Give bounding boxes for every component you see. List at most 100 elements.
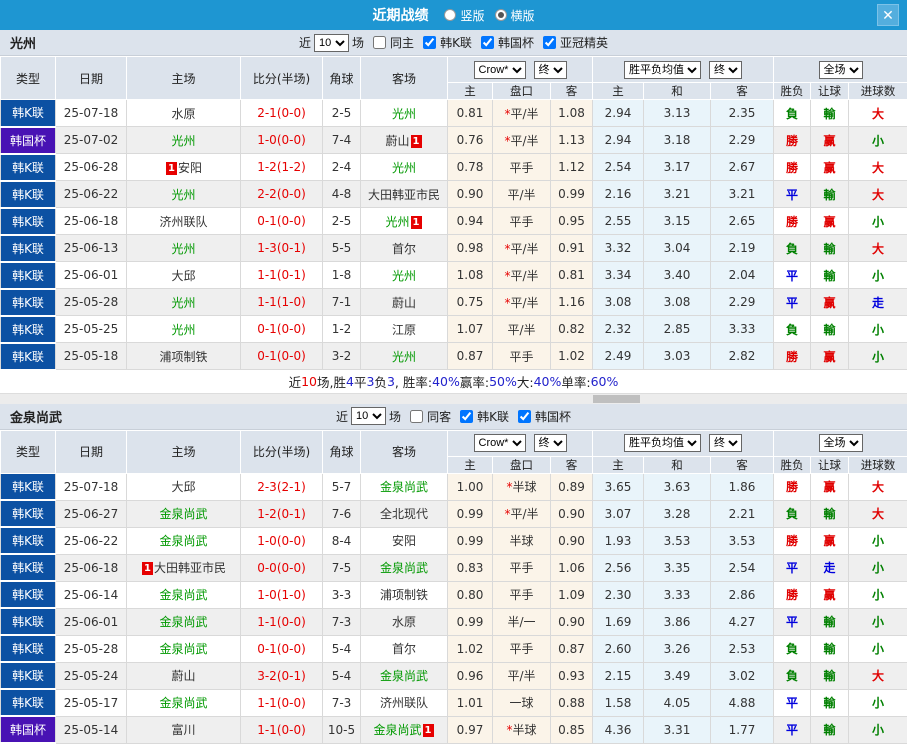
final-odds-select[interactable]: 终 [533,60,567,79]
summary-part: 近 [288,375,302,390]
col-header-handicap-result: 让球 [810,455,850,474]
result-cell: 平 [773,715,812,744]
competition-type-cell: 韩K联 [0,581,56,609]
home-team-cell: 金泉尚武 [126,607,241,636]
team-label: 光州 [385,214,410,229]
league-checkbox-kleague[interactable] [460,409,474,423]
away-team-cell: 首尔 [360,634,448,663]
away-team-cell: 金泉尚武 [360,472,448,501]
red-card-badge: 1 [410,134,422,148]
home-team-cell: 1 安阳 [126,153,241,181]
euro-home-odds-cell: 3.34 [592,261,645,289]
summary-part: 赢率: [459,375,490,390]
result-cell: 負 [773,661,812,690]
euro-draw-odds-cell: 3.53 [643,526,712,555]
handicap-result-cell: 赢 [810,153,850,181]
team-label: 金泉尚武 [379,669,428,683]
bookmaker-select[interactable]: Crow* [473,60,526,79]
scrollbar-thumb[interactable] [593,394,640,403]
away-team-cell: 浦项制铁 [360,580,448,609]
euro-draw-odds-cell: 3.04 [643,234,712,262]
result-cell: 負 [773,634,812,663]
date-cell: 25-05-28 [55,634,127,663]
match-row: 韩K联 25-06-14 金泉尚武 1-0(1-0) 3-3 浦项制铁 0.80 平手 1.09… [0,580,907,609]
recent-count-select[interactable]: 10 [314,33,350,52]
home-team-cell: 金泉尚武 [126,580,241,609]
changed-handicap-star: * [504,106,511,121]
match-row: 韩K联 25-06-01 大邱 1-1(0-1) 1-8 光州 1.08 *平/半 0.81 3.… [0,261,907,290]
asian-home-odds-cell: 0.98 [447,234,493,262]
result-cell: 平 [773,688,812,717]
corner-cell: 7-3 [322,607,361,636]
score-cell: 3-2(0-1) [240,661,323,690]
date-cell: 25-06-22 [55,526,127,555]
goals-result-cell: 小 [848,207,907,235]
recent-label: 近 [299,36,312,50]
league-checkbox-cup[interactable] [480,36,494,49]
team-label: 安阳 [391,534,416,548]
result-cell: 平 [773,288,812,316]
changed-handicap-star: * [504,241,511,256]
close-icon[interactable]: ✕ [877,4,899,26]
col-header-euro-draw: 和 [643,82,712,100]
final-odds-select[interactable]: 终 [533,434,567,452]
team-section-gimcheon: 金泉尚武 近 10 场 同客 韩K联 韩国杯 类型 日期 主场 比分(半场) 角… [0,403,907,744]
home-team-cell: 大邱 [126,261,241,289]
score-cell: 1-3(0-1) [240,234,323,262]
same-venue-checkbox[interactable] [373,36,387,49]
col-header-date: 日期 [55,429,127,474]
bookmaker-select[interactable]: Crow* [473,434,526,452]
final-odds-select2[interactable]: 终 [709,434,743,452]
result-cell: 平 [773,607,812,636]
euro-draw-odds-cell: 4.05 [643,688,712,717]
date-cell: 25-06-28 [55,153,127,181]
handicap-cell: 平手 [492,153,551,181]
team-label: 蔚山 [385,133,410,148]
corner-cell: 3-2 [322,342,361,370]
result-cell: 平 [773,261,812,289]
filter-band: 光州 近 10 场 同主 韩K联 韩国杯 亚冠精英 [0,30,907,56]
asian-away-odds-cell: 0.93 [549,661,594,690]
asian-away-odds-cell: 1.12 [549,153,594,181]
league-checkbox-kleague[interactable] [423,36,437,49]
scope-select[interactable]: 全场 [818,434,863,452]
match-row: 韩K联 25-05-25 光州 0-1(0-0) 1-2 江原 1.07 平/半 0.82 2.3… [0,315,907,344]
match-row: 韩K联 25-05-24 蔚山 3-2(0-1) 5-4 金泉尚武 0.96 平/半 0.93 2… [0,661,907,690]
asian-away-odds-cell: 0.81 [549,261,594,289]
away-team-cell: 济州联队 [360,688,448,717]
handicap-result-cell: 赢 [810,342,850,370]
result-cell: 負 [773,234,812,262]
asian-home-odds-cell: 0.99 [447,499,493,528]
score-cell: 0-1(0-0) [240,315,323,343]
euro-away-odds-cell: 2.29 [710,126,775,154]
col-header-home: 主场 [126,56,241,100]
home-team-cell: 金泉尚武 [126,688,241,717]
corner-cell: 4-8 [322,180,361,208]
goals-result-cell: 大 [848,180,907,208]
vertical-layout-radio[interactable] [444,9,457,21]
home-team-cell: 光州 [126,126,241,154]
team-label: 光州 [171,295,196,310]
competition-type-cell: 韩K联 [0,153,56,182]
score-cell: 2-3(2-1) [240,472,323,501]
scope-select[interactable]: 全场 [818,60,863,79]
handicap-cell: *平/半 [492,126,551,154]
team-label: 金泉尚武 [159,588,208,602]
same-venue-checkbox[interactable] [410,409,424,423]
euro-home-odds-cell: 2.16 [592,180,645,208]
team-label: 水原 [171,106,196,121]
odds-mean-select[interactable]: 胜平负均值 [624,434,702,452]
handicap-result-cell: 輸 [810,607,850,636]
team-label: 浦项制铁 [159,349,208,364]
odds-mean-select[interactable]: 胜平负均值 [624,60,702,79]
final-odds-select2[interactable]: 终 [709,60,743,79]
score-cell: 1-2(0-1) [240,499,323,528]
handicap-result-cell: 輸 [810,261,850,289]
league-checkbox-cup[interactable] [517,409,531,423]
horizontal-layout-radio[interactable] [494,9,507,21]
euro-home-odds-cell: 2.94 [592,99,645,127]
corner-cell: 10-5 [322,715,361,744]
recent-count-select[interactable]: 10 [351,407,387,425]
league-checkbox-acl[interactable] [542,36,556,49]
asian-away-odds-cell: 0.82 [549,315,594,343]
